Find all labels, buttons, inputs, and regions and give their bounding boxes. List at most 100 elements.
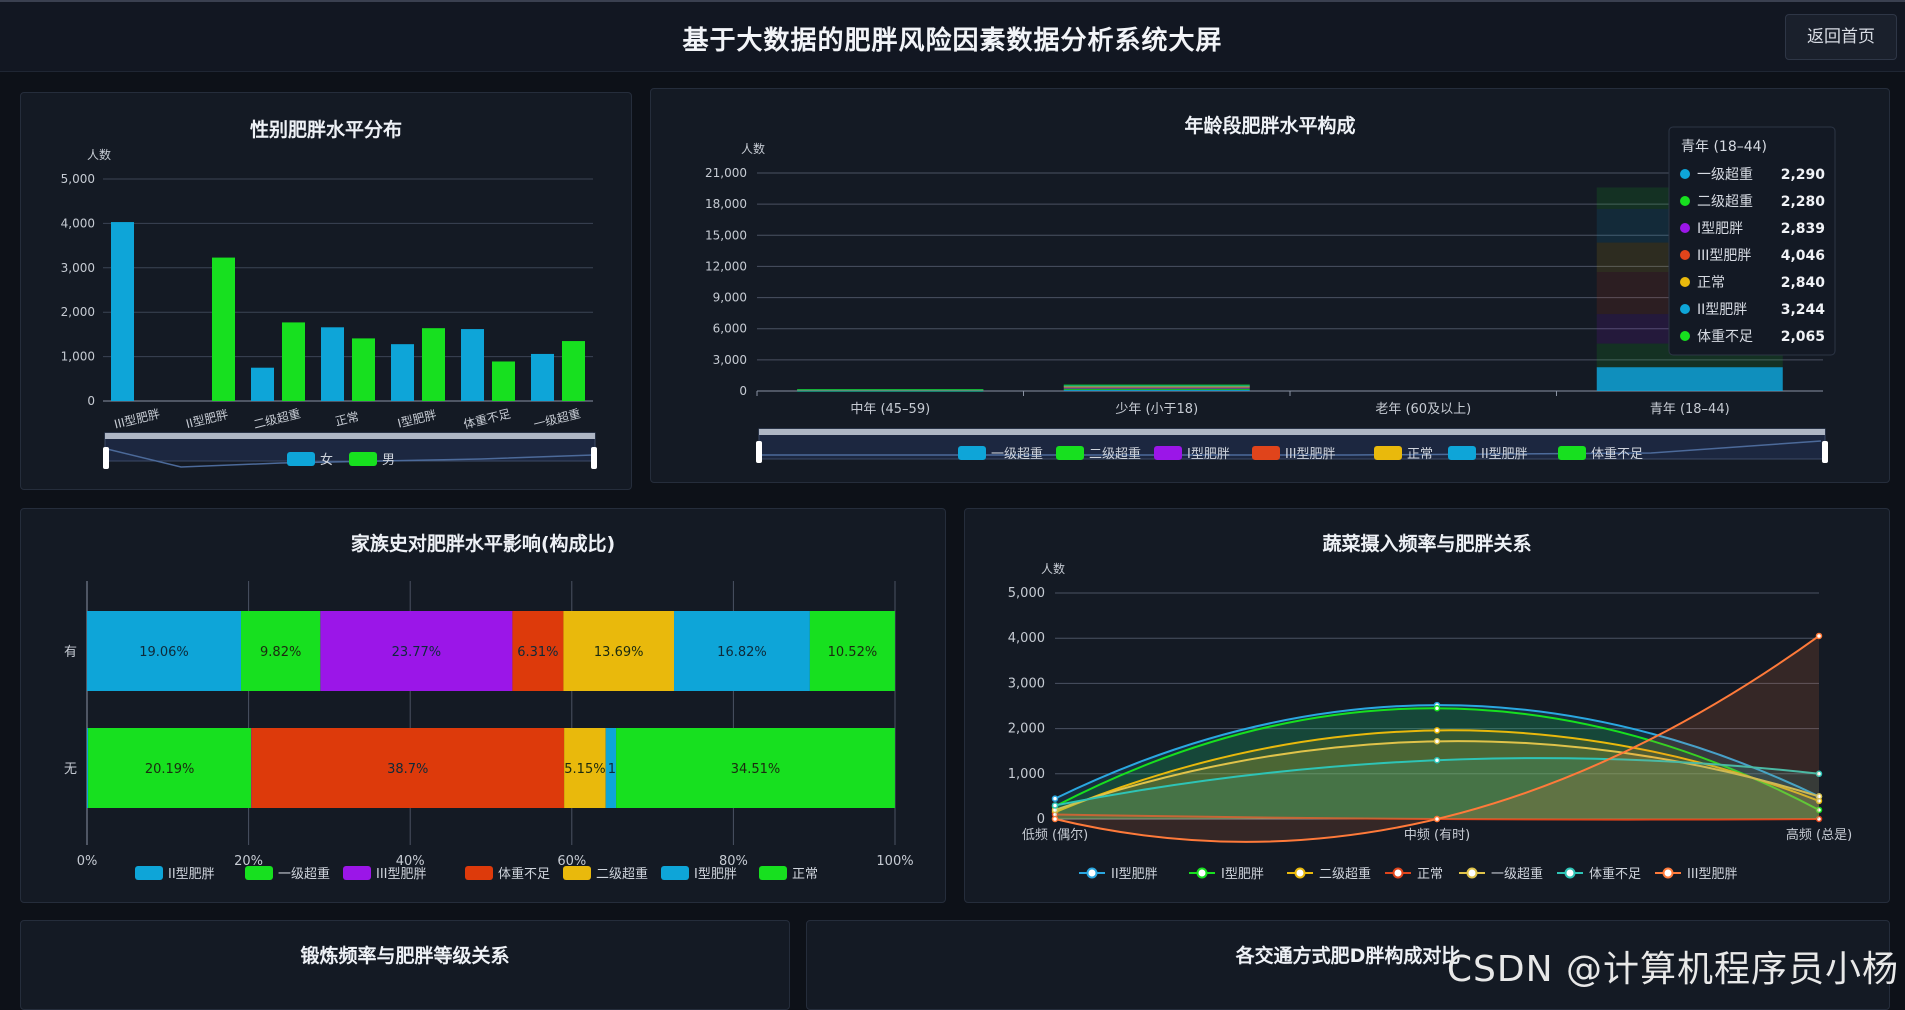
veg-y-tick-2: 2,000 (1008, 722, 1045, 737)
family-legend-swatch-2 (343, 866, 371, 880)
veg-point-体重不足-1 (1435, 758, 1440, 763)
veg-point-III型肥胖-0 (1053, 817, 1058, 822)
veg-legend-dot-6 (1664, 869, 1673, 878)
gender-bar-男-6 (562, 341, 585, 401)
age-legend-label-5: II型肥胖 (1481, 447, 1528, 462)
gender-legend-swatch-1 (349, 452, 377, 466)
veg-legend-dot-2 (1296, 869, 1305, 878)
age-legend-swatch-3 (1252, 446, 1280, 460)
age-legend-swatch-4 (1374, 446, 1402, 460)
age-x-tick-2: 老年 (60及以上) (1375, 402, 1471, 417)
family-legend-label-4: 二级超重 (596, 866, 648, 882)
age-tooltip-name-5: II型肥胖 (1697, 302, 1747, 318)
age-tooltip-value-6: 2,065 (1781, 329, 1825, 345)
age-tooltip-name-0: 一级超重 (1697, 167, 1753, 183)
age-legend-label-4: 正常 (1407, 447, 1433, 462)
gender-bar-男-1 (212, 258, 235, 401)
gender-y-tick-1: 1,000 (61, 350, 95, 364)
gender-bar-女-0 (111, 222, 134, 401)
veg-point-体重不足-0 (1053, 803, 1058, 808)
age-legend-swatch-2 (1154, 446, 1182, 460)
age-tooltip-value-3: 4,046 (1781, 248, 1825, 264)
veg-x-tick-1: 中频 (有时) (1404, 828, 1470, 843)
age-tooltip-dot-1 (1680, 196, 1690, 206)
veg-legend-label-3: 正常 (1417, 867, 1443, 882)
veg-point-一级超重-1 (1435, 739, 1440, 744)
family-label-一级超重-1: 20.19% (145, 762, 195, 777)
family-stacked-chart: 0%20%40%60%80%100%有19.06%9.82%23.77%6.31… (21, 509, 947, 904)
gender-bar-女-6 (531, 354, 554, 401)
age-zoom-handle-left (756, 441, 762, 463)
gender-legend-label-0: 女 (320, 452, 333, 468)
age-tooltip-name-2: I型肥胖 (1697, 221, 1743, 237)
age-y-tick-7: 21,000 (705, 166, 747, 180)
age-y-tick-2: 6,000 (713, 322, 747, 336)
veg-legend-dot-4 (1468, 869, 1477, 878)
family-y-tick-1: 无 (64, 762, 77, 777)
gender-bar-男-5 (492, 361, 515, 401)
gender-bar-女-3 (321, 327, 344, 401)
age-tooltip-value-2: 2,839 (1781, 221, 1825, 237)
family-legend-label-2: III型肥胖 (376, 867, 427, 882)
gender-bar-chart: 人数01,0002,0003,0004,0005,000III型肥胖II型肥胖二… (21, 93, 633, 491)
family-x-tick-5: 100% (876, 854, 913, 869)
watermark: CSDN @计算机程序员小杨 (1447, 940, 1899, 992)
back-home-button[interactable]: 返回首页 (1785, 14, 1897, 60)
gender-zoom-handle-left (103, 447, 109, 469)
age-y-tick-4: 12,000 (705, 259, 747, 273)
age-tooltip-dot-4 (1680, 277, 1690, 287)
age-tooltip-name-6: 体重不足 (1697, 329, 1753, 345)
age-tooltip-dot-2 (1680, 223, 1690, 233)
veg-point-II型肥胖-0 (1053, 796, 1058, 801)
age-x-tick-0: 中年 (45–59) (850, 402, 930, 417)
family-legend-swatch-0 (135, 866, 163, 880)
age-x-tick-3: 青年 (18–44) (1650, 402, 1730, 417)
panel-family: 家族史对肥胖水平影响(构成比) 0%20%40%60%80%100%有19.06… (20, 508, 946, 903)
panel-exercise: 锻炼频率与肥胖等级关系 (20, 920, 790, 1010)
veg-legend-label-1: I型肥胖 (1221, 867, 1264, 882)
family-y-tick-0: 有 (64, 645, 77, 660)
family-label-III型肥胖-0: 23.77% (392, 645, 442, 660)
age-y-tick-3: 9,000 (713, 291, 747, 305)
veg-y-tick-1: 1,000 (1008, 767, 1045, 782)
age-legend-label-2: I型肥胖 (1187, 447, 1230, 462)
family-legend-swatch-6 (759, 866, 787, 880)
age-tooltip-name-1: 二级超重 (1697, 194, 1753, 210)
veg-point-I型肥胖-1 (1435, 706, 1440, 711)
family-x-tick-0: 0% (77, 854, 98, 869)
family-label-II型肥胖-0: 19.06% (139, 645, 189, 660)
age-legend-label-0: 一级超重 (991, 446, 1043, 462)
age-legend-label-3: III型肥胖 (1285, 447, 1336, 462)
age-legend-label-1: 二级超重 (1089, 446, 1141, 462)
age-bar-体重不足-1 (1064, 385, 1250, 386)
age-legend-swatch-0 (958, 446, 986, 460)
gender-x-tick-4: I型肥胖 (396, 408, 438, 431)
age-y-tick-6: 18,000 (705, 197, 747, 211)
age-y-axis-label: 人数 (741, 141, 765, 156)
family-label-I型肥胖-0: 16.82% (717, 645, 767, 660)
age-tooltip-value-5: 3,244 (1781, 302, 1826, 318)
age-legend-swatch-1 (1056, 446, 1084, 460)
age-tooltip-dot-5 (1680, 304, 1690, 314)
family-legend-swatch-5 (661, 866, 689, 880)
panel-title-exercise: 锻炼频率与肥胖等级关系 (21, 941, 789, 968)
family-legend-swatch-1 (245, 866, 273, 880)
veg-point-III型肥胖-2 (1817, 633, 1822, 638)
family-legend-label-5: I型肥胖 (694, 867, 737, 882)
gender-y-tick-4: 4,000 (61, 216, 95, 230)
veg-legend-label-5: 体重不足 (1589, 866, 1641, 882)
family-label-正常-1: 34.51% (731, 762, 781, 777)
veg-x-tick-0: 低频 (偶尔) (1022, 828, 1088, 843)
gender-bar-男-3 (352, 338, 375, 401)
panel-age: 年龄段肥胖水平构成 人数03,0006,0009,00012,00015,000… (650, 88, 1890, 483)
veg-legend-label-0: II型肥胖 (1111, 867, 1158, 882)
veg-point-III型肥胖-1 (1435, 817, 1440, 822)
veg-y-tick-3: 3,000 (1008, 676, 1045, 691)
family-legend-swatch-4 (563, 866, 591, 880)
age-tooltip-value-4: 2,840 (1781, 275, 1826, 291)
age-tooltip-name-3: III型肥胖 (1697, 248, 1751, 264)
age-tooltip-value-0: 2,290 (1781, 167, 1826, 183)
veg-legend-dot-3 (1394, 869, 1403, 878)
age-x-tick-1: 少年 (小于18) (1115, 402, 1198, 417)
age-y-tick-1: 3,000 (713, 353, 747, 367)
